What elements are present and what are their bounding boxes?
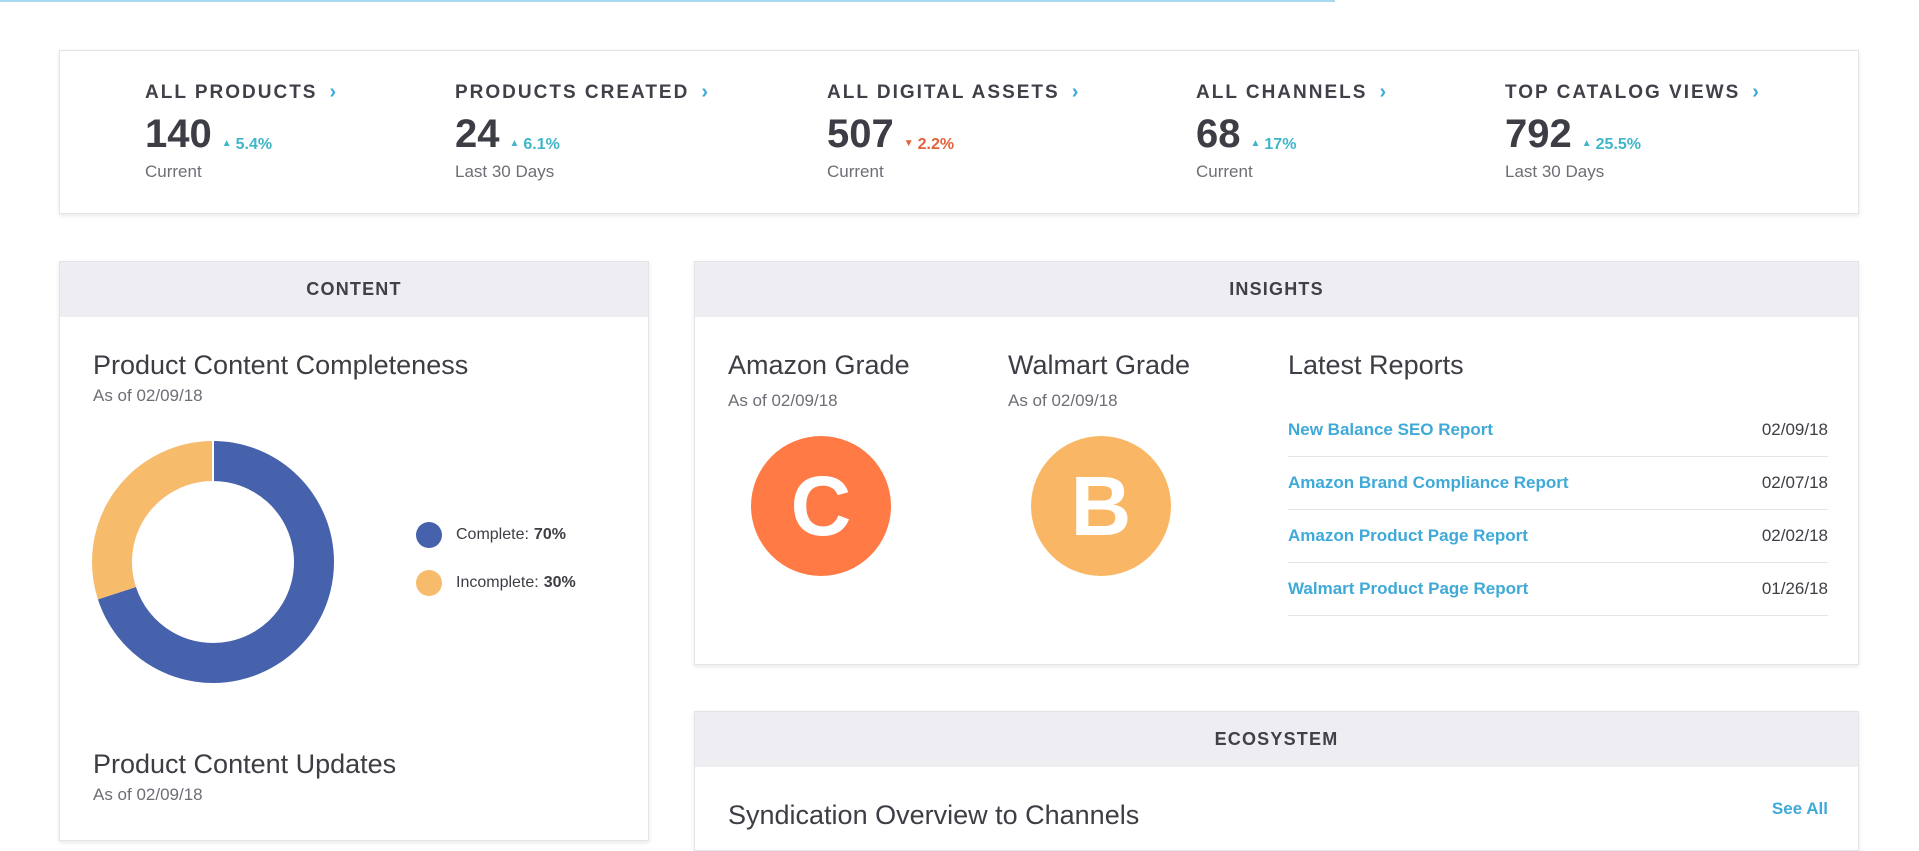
report-date: 02/09/18 <box>1761 420 1828 439</box>
completeness-title: Product Content Completeness <box>93 350 469 380</box>
stat-sub: Current <box>827 162 884 181</box>
report-date: 02/02/18 <box>1761 526 1828 545</box>
stat-title-link[interactable]: ALL PRODUCTS › <box>145 81 338 104</box>
legend-incomplete: Incomplete: 30% <box>416 570 576 596</box>
triangle-up-icon: ▲ <box>221 138 232 149</box>
ecosystem-panel-header: ECOSYSTEM <box>695 712 1858 767</box>
stat-change: ▲ 25.5% <box>1581 135 1642 153</box>
triangle-up-icon: ▲ <box>1250 138 1261 149</box>
stat-value: 24 <box>455 112 500 156</box>
legend-dot <box>416 522 442 548</box>
content-panel-header: CONTENT <box>60 262 648 317</box>
stat-change: ▼ 2.2% <box>903 135 955 153</box>
chevron-right-icon: › <box>1071 81 1081 103</box>
report-row: Amazon Product Page Report 02/02/18 <box>1288 510 1828 563</box>
stat-title-link[interactable]: PRODUCTS CREATED › <box>455 81 710 104</box>
stat-all-digital-assets: ALL DIGITAL ASSETS › 507 ▼ 2.2% Current <box>827 81 1080 182</box>
updates-title: Product Content Updates <box>93 749 397 779</box>
stat-products-created: PRODUCTS CREATED › 24 ▲ 6.1% Last 30 Days <box>455 81 710 182</box>
stat-change: ▲ 6.1% <box>509 135 560 153</box>
stat-value: 68 <box>1196 112 1241 156</box>
stat-sub: Last 30 Days <box>455 162 555 181</box>
walmart-grade-date: As of 02/09/18 <box>1008 391 1118 410</box>
stat-sub: Current <box>145 162 202 181</box>
triangle-up-icon: ▲ <box>1581 138 1592 149</box>
stat-top-catalog-views: TOP CATALOG VIEWS › 792 ▲ 25.5% Last 30 Da… <box>1505 81 1761 182</box>
insights-panel: INSIGHTS Amazon Grade As of 02/09/18 C W… <box>694 261 1859 665</box>
chevron-right-icon: › <box>1379 81 1389 103</box>
see-all-link[interactable]: See All <box>1772 799 1828 819</box>
stat-value: 140 <box>145 112 212 156</box>
stat-all-products: ALL PRODUCTS › 140 ▲ 5.4% Current <box>145 81 338 182</box>
triangle-up-icon: ▲ <box>509 138 520 149</box>
latest-reports-title: Latest Reports <box>1288 350 1464 380</box>
donut-slice-incomplete <box>92 441 214 600</box>
report-row: New Balance SEO Report 02/09/18 <box>1288 404 1828 457</box>
stat-change: ▲ 17% <box>1250 135 1297 153</box>
completeness-date: As of 02/09/18 <box>93 386 203 405</box>
content-panel: CONTENT Product Content Completeness As … <box>59 261 649 841</box>
report-link[interactable]: Walmart Product Page Report <box>1288 579 1528 599</box>
legend-dot <box>416 570 442 596</box>
stat-sub: Current <box>1196 162 1253 181</box>
amazon-grade-badge: C <box>751 436 891 576</box>
stat-title-link[interactable]: TOP CATALOG VIEWS › <box>1505 81 1761 104</box>
stat-value: 507 <box>827 112 894 156</box>
updates-date: As of 02/09/18 <box>93 785 203 804</box>
report-date: 01/26/18 <box>1761 579 1828 598</box>
stats-bar: ALL PRODUCTS › 140 ▲ 5.4% Current PRODUCTS… <box>59 50 1859 214</box>
report-date: 02/07/18 <box>1761 473 1828 492</box>
amazon-grade-title: Amazon Grade <box>728 350 910 380</box>
legend-complete: Complete: 70% <box>416 522 566 548</box>
stat-sub: Last 30 Days <box>1505 162 1605 181</box>
triangle-down-icon: ▼ <box>903 138 914 149</box>
report-row: Walmart Product Page Report 01/26/18 <box>1288 563 1828 616</box>
report-row: Amazon Brand Compliance Report 02/07/18 <box>1288 457 1828 510</box>
report-link[interactable]: Amazon Product Page Report <box>1288 526 1528 546</box>
walmart-grade-badge: B <box>1031 436 1171 576</box>
syndication-title: Syndication Overview to Channels <box>728 800 1140 830</box>
stat-change: ▲ 5.4% <box>221 135 273 153</box>
report-link[interactable]: New Balance SEO Report <box>1288 420 1493 440</box>
chevron-right-icon: › <box>329 81 339 103</box>
report-link[interactable]: Amazon Brand Compliance Report <box>1288 473 1569 493</box>
amazon-grade-date: As of 02/09/18 <box>728 391 838 410</box>
top-progress-line <box>0 0 1335 2</box>
chevron-right-icon: › <box>701 81 710 103</box>
stat-value: 792 <box>1505 112 1572 156</box>
walmart-grade-title: Walmart Grade <box>1008 350 1191 380</box>
stat-title-link[interactable]: ALL CHANNELS › <box>1196 81 1388 104</box>
stat-title-link[interactable]: ALL DIGITAL ASSETS › <box>827 81 1080 104</box>
ecosystem-panel: ECOSYSTEM Syndication Overview to Channe… <box>694 711 1859 851</box>
chevron-right-icon: › <box>1752 81 1761 103</box>
insights-panel-header: INSIGHTS <box>695 262 1858 317</box>
completeness-donut-chart <box>92 441 334 683</box>
stat-all-channels: ALL CHANNELS › 68 ▲ 17% Current <box>1196 81 1388 182</box>
